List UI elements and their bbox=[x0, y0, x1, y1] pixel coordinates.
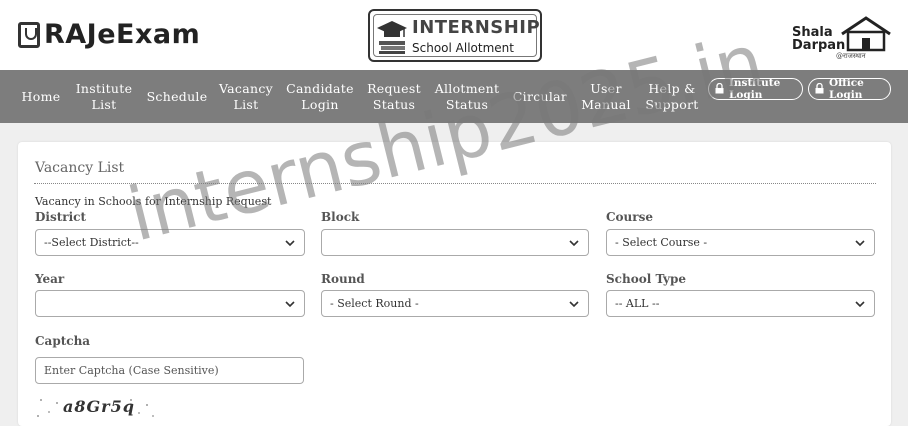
district-value: --Select District-- bbox=[44, 236, 139, 249]
main-nav: Home Institute List Schedule Vacancy Lis… bbox=[0, 70, 908, 123]
year-label: Year bbox=[35, 272, 65, 286]
captcha-placeholder: Enter Captcha (Case Sensitive) bbox=[44, 364, 219, 377]
chevron-down-icon bbox=[855, 301, 865, 308]
course-select[interactable]: - Select Course - bbox=[606, 229, 875, 256]
captcha-image: a8Gr5q bbox=[35, 394, 155, 420]
nav-circular[interactable]: Circular bbox=[510, 70, 570, 123]
captcha-input[interactable]: Enter Captcha (Case Sensitive) bbox=[35, 357, 304, 384]
course-value: - Select Course - bbox=[615, 236, 708, 249]
office-login-button[interactable]: Office Login bbox=[808, 77, 891, 101]
nav-label: Candidate Login bbox=[286, 80, 354, 112]
internship-title: INTERNSHIP bbox=[412, 17, 541, 38]
block-select[interactable] bbox=[321, 229, 589, 256]
lock-icon bbox=[715, 83, 724, 94]
nav-allotment-status[interactable]: Allotment Status bbox=[432, 70, 502, 123]
captcha-text: a8Gr5q bbox=[63, 397, 135, 416]
school-type-label: School Type bbox=[606, 272, 687, 286]
rajeexam-logo-icon bbox=[18, 21, 40, 48]
rajeexam-logo[interactable]: RAJeExam bbox=[18, 19, 200, 50]
nav-request-status[interactable]: Request Status bbox=[364, 70, 424, 123]
round-label: Round bbox=[321, 272, 365, 286]
captcha-label: Captcha bbox=[35, 334, 91, 348]
nav-home[interactable]: Home bbox=[18, 70, 64, 123]
round-select[interactable]: - Select Round - bbox=[321, 290, 589, 317]
nav-candidate-login[interactable]: Candidate Login bbox=[283, 70, 357, 123]
course-label: Course bbox=[606, 210, 653, 224]
nav-label: User Manual bbox=[581, 80, 631, 112]
graduation-cap-icon bbox=[377, 21, 407, 54]
logo-text: RAJeExam bbox=[44, 19, 201, 50]
institute-login-button[interactable]: Institute Login bbox=[708, 77, 803, 101]
school-type-select[interactable]: -- ALL -- bbox=[606, 290, 875, 317]
office-login-label: Office Login bbox=[829, 77, 864, 101]
divider bbox=[34, 183, 876, 184]
nav-label: Vacancy List bbox=[219, 80, 273, 112]
institute-login-label: Institute Login bbox=[729, 77, 781, 101]
nav-label: Request Status bbox=[367, 80, 421, 112]
shala-darpan-logo[interactable]: Shala Darpan @राजस्थान bbox=[788, 16, 894, 60]
nav-vacancy-list[interactable]: Vacancy List bbox=[217, 70, 275, 123]
chevron-down-icon bbox=[855, 240, 865, 247]
district-select[interactable]: --Select District-- bbox=[35, 229, 305, 256]
chevron-down-icon bbox=[569, 240, 579, 247]
district-label: District bbox=[35, 210, 86, 224]
school-type-value: -- ALL -- bbox=[615, 297, 660, 310]
darpan-text: Darpan bbox=[792, 38, 846, 53]
chevron-down-icon bbox=[569, 301, 579, 308]
year-select[interactable] bbox=[35, 290, 305, 317]
nav-label: Help & Support bbox=[645, 80, 699, 112]
house-icon bbox=[841, 16, 891, 52]
lock-icon bbox=[815, 83, 824, 94]
rajasthan-text: @राजस्थान bbox=[836, 52, 866, 60]
nav-schedule[interactable]: Schedule bbox=[144, 70, 210, 123]
nav-institute-list[interactable]: Institute List bbox=[72, 70, 136, 123]
internship-badge: INTERNSHIP School Allotment bbox=[368, 9, 542, 62]
round-value: - Select Round - bbox=[330, 297, 419, 310]
page-title: Vacancy List bbox=[35, 160, 125, 176]
block-label: Block bbox=[321, 210, 360, 224]
nav-label: Allotment Status bbox=[434, 80, 500, 112]
nav-help-support[interactable]: Help & Support bbox=[641, 70, 703, 123]
nav-label: Circular bbox=[512, 88, 568, 104]
header: RAJeExam INTERNSHIP School Allotment Sha… bbox=[0, 0, 908, 70]
form-subtitle: Vacancy in Schools for Internship Reques… bbox=[35, 195, 272, 208]
nav-label: Home bbox=[21, 88, 61, 104]
nav-user-manual[interactable]: User Manual bbox=[578, 70, 634, 123]
chevron-down-icon bbox=[285, 301, 295, 308]
nav-label: Schedule bbox=[146, 88, 208, 104]
internship-subtitle: School Allotment bbox=[412, 41, 514, 55]
nav-label: Institute List bbox=[75, 80, 133, 112]
chevron-down-icon bbox=[285, 240, 295, 247]
